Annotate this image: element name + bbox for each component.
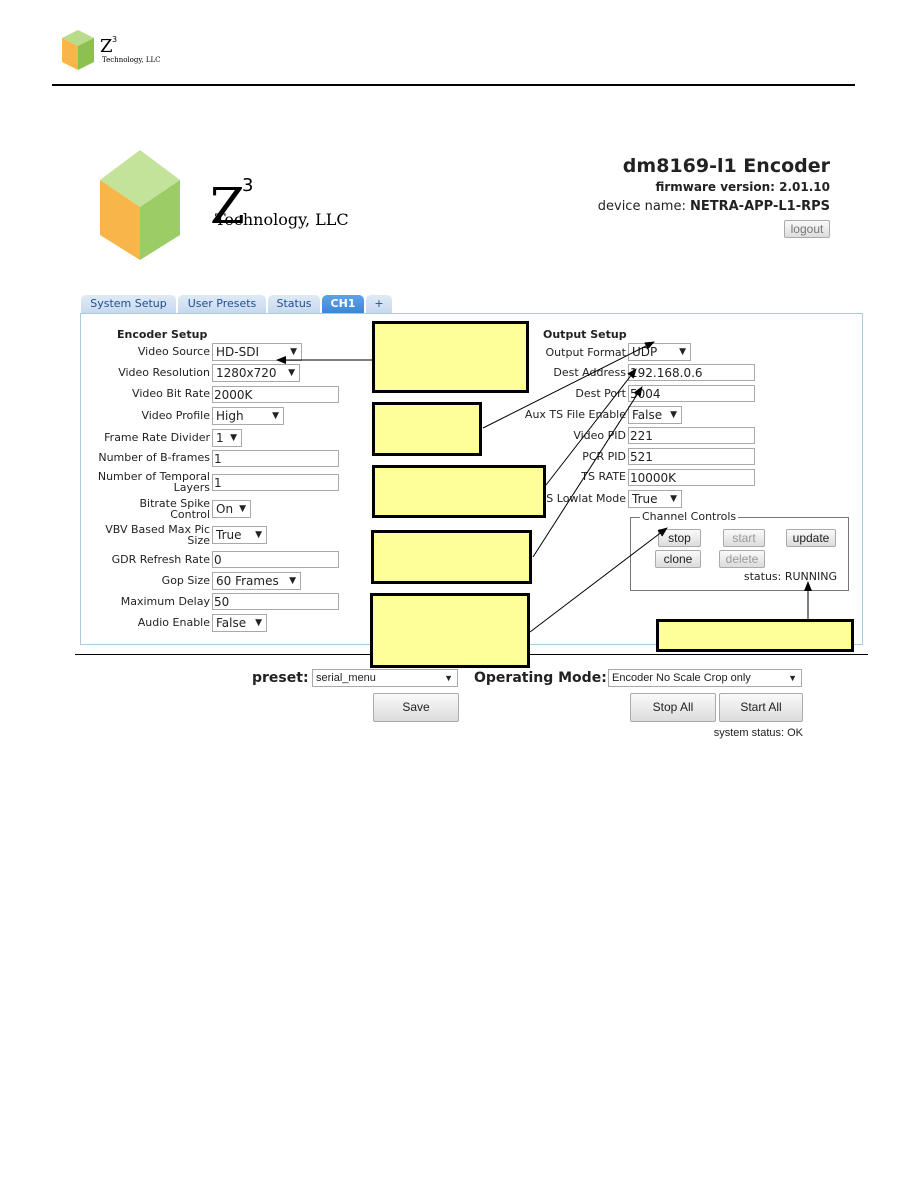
callout-arrows xyxy=(276,341,812,633)
arrow xyxy=(532,386,643,558)
document-page: Z3 Technology, LLC Z3 Technology, LLC dm… xyxy=(0,0,918,1188)
arrow xyxy=(529,527,668,633)
arrow xyxy=(482,341,655,429)
arrow xyxy=(545,368,637,486)
